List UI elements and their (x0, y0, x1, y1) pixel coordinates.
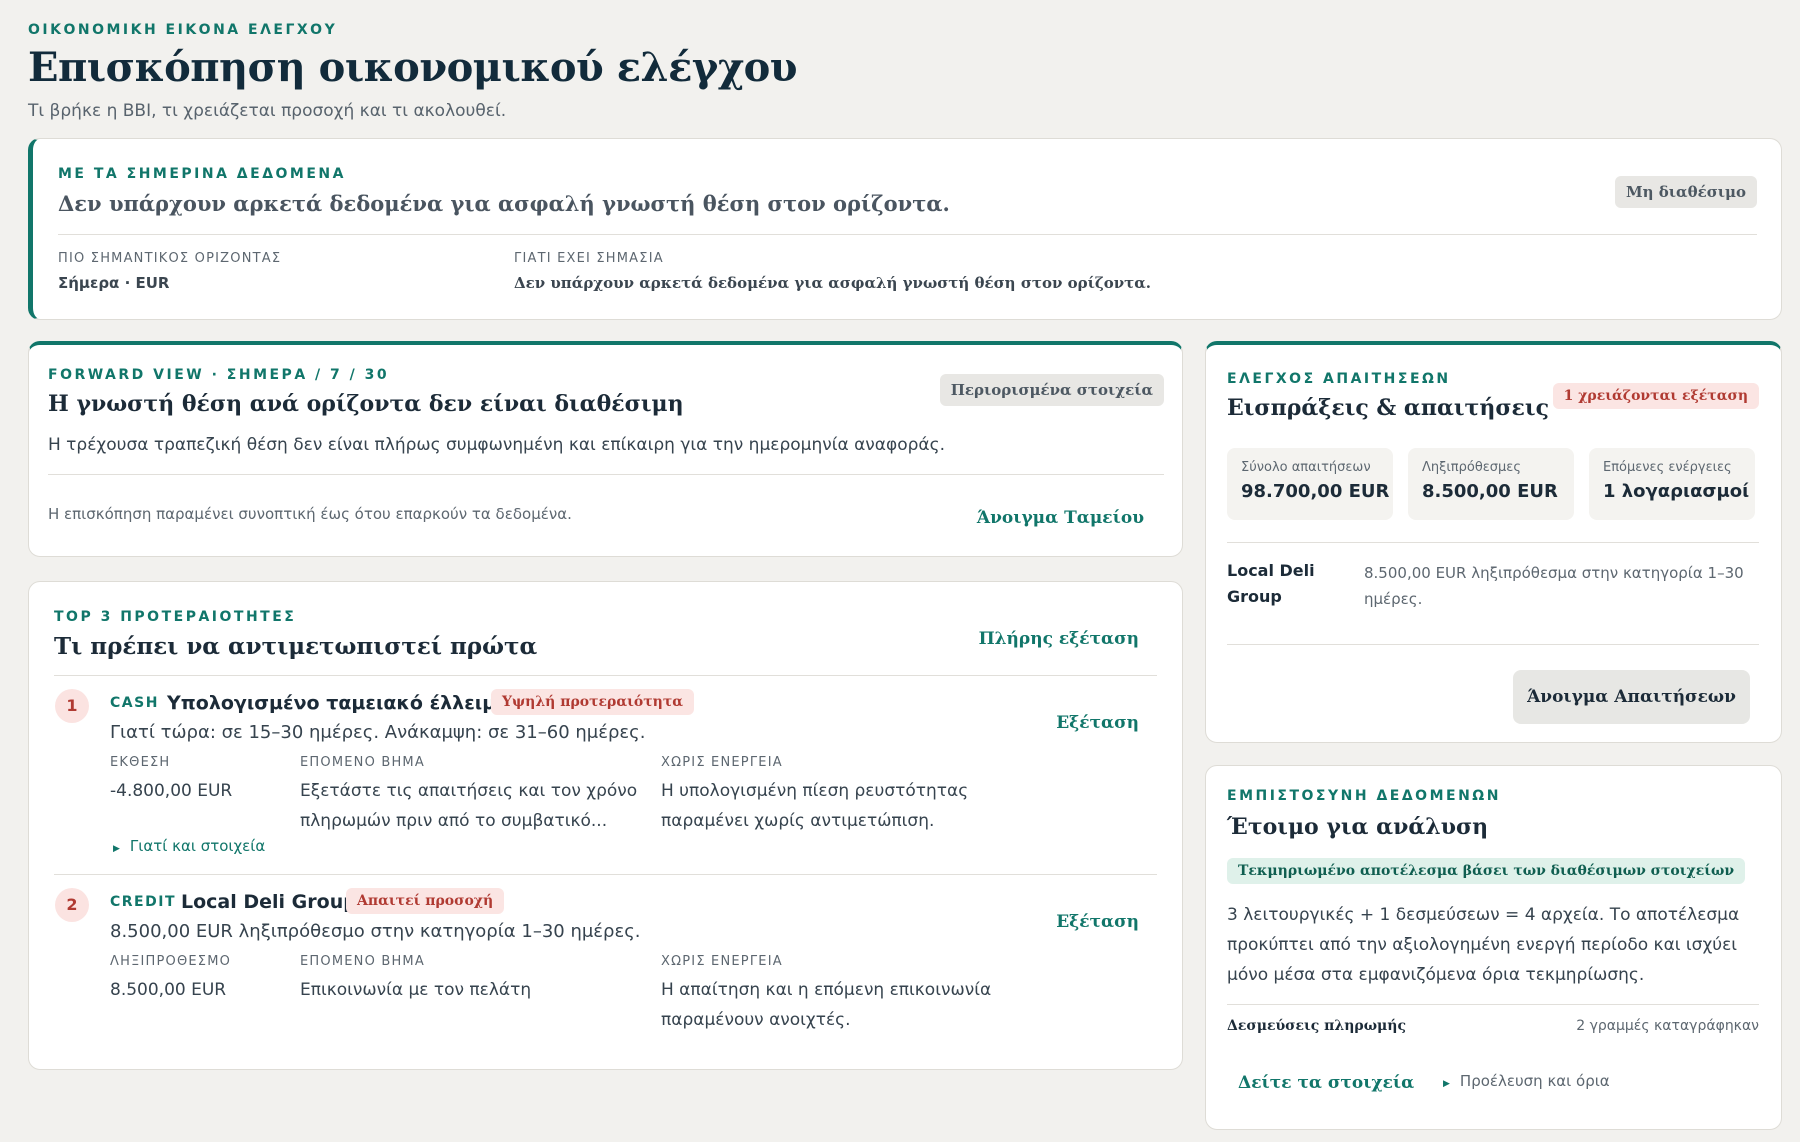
status-badge: Μη διαθέσιμο (1615, 176, 1757, 208)
why-label: ΓΙΑΤΙ ΕΧΕΙ ΣΗΜΑΣΙΑ (514, 251, 664, 266)
priorities-title: Τι πρέπει να αντιμετωπιστεί πρώτα (54, 633, 538, 660)
customer-name: Local Deli Group (1227, 561, 1315, 606)
divider (1227, 542, 1759, 543)
details-label: Γιατί και στοιχεία (129, 837, 266, 855)
trust-description: 3 λειτουργικές + 1 δεσμεύσεων = 4 αρχεία… (1227, 905, 1740, 985)
forward-title: Η γνωστή θέση ανά ορίζοντα δεν είναι δια… (48, 391, 684, 417)
commitments-value: 2 γραμμές καταγράφηκαν (1576, 1018, 1759, 1034)
page-eyebrow: ΟΙΚΟΝΟΜΙΚΗ ΕΙΚΟΝΑ ΕΛΕΓΧΟΥ (28, 22, 338, 38)
stat-label: Επόμενες ενέργειες (1603, 460, 1732, 475)
stat-total-receivables: Σύνολο απαιτήσεων 98.700,00 EUR (1227, 448, 1393, 520)
forward-view-card: FORWARD VIEW · ΣΗΜΕΡΑ / 7 / 30 Η γνωστή … (28, 341, 1183, 557)
page-title: Επισκόπηση οικονομικού ελέγχου (28, 44, 798, 91)
priority-title: Υπολογισμένο ταμειακό έλλειμμα (167, 692, 524, 714)
trust-title: Έτοιμο για ανάλυση (1227, 814, 1489, 840)
no-action-value: Η απαίτηση και η επόμενη επικοινωνία παρ… (661, 980, 992, 1030)
receivables-eyebrow: ΕΛΕΓΧΟΣ ΑΠΑΙΤΗΣΕΩΝ (1227, 371, 1451, 387)
stat-label: Σύνολο απαιτήσεων (1241, 460, 1371, 475)
review-link[interactable]: Εξέταση (1056, 713, 1139, 733)
next-step-label: ΕΠΟΜΕΝΟ ΒΗΜΑ (300, 755, 425, 770)
stat-value: 8.500,00 EUR (1422, 481, 1558, 502)
open-receivables-button[interactable]: Άνοιγμα Απαιτήσεων (1513, 670, 1750, 724)
forward-note: Η επισκόπηση παραμένει συνοπτική έως ότο… (48, 505, 572, 523)
divider (54, 675, 1157, 676)
attention-badge: Απαιτεί προσοχή (346, 888, 505, 914)
needs-review-badge: 1 χρειάζονται εξέταση (1552, 383, 1759, 409)
commitments-label: Δεσμεύσεις πληρωμής (1227, 1018, 1407, 1034)
divider (1227, 1004, 1759, 1005)
stat-value: 98.700,00 EUR (1241, 481, 1390, 502)
receivables-card: ΕΛΕΓΧΟΣ ΑΠΑΙΤΗΣΕΩΝ Εισπράξεις & απαιτήσε… (1205, 341, 1782, 743)
overdue-value: 8.500,00 EUR (110, 980, 227, 1000)
documented-result-badge: Τεκμηριωμένο αποτέλεσμα βάσει των διαθέσ… (1227, 858, 1746, 884)
no-action-label: ΧΩΡΙΣ ΕΝΕΡΓΕΙΑ (661, 755, 783, 770)
divider (48, 474, 1164, 475)
priority-title: Local Deli Group (181, 891, 357, 913)
divider (1227, 644, 1759, 645)
today-eyebrow: ΜΕ ΤΑ ΣΗΜΕΡΙΝΑ ΔΕΔΟΜΕΝΑ (58, 166, 346, 182)
category-tag: CREDIT (110, 894, 176, 910)
forward-eyebrow: FORWARD VIEW · ΣΗΜΕΡΑ / 7 / 30 (48, 367, 390, 383)
priority-reason: Γιατί τώρα: σε 15–30 ημέρες. Ανάκαμψη: σ… (110, 722, 646, 743)
open-treasury-link[interactable]: Άνοιγμα Ταμείου (977, 508, 1144, 528)
caret-right-icon: ▶ (113, 844, 120, 854)
divider (54, 874, 1157, 875)
stat-value: 1 λογαριασμοί (1603, 481, 1750, 502)
horizon-label: ΠΙΟ ΣΗΜΑΝΤΙΚΟΣ ΟΡΙΖΟΝΤΑΣ (58, 251, 282, 266)
stat-next-actions: Επόμενες ενέργειες 1 λογαριασμοί (1589, 448, 1755, 520)
caret-right-icon: ▶ (1443, 1079, 1450, 1089)
divider (58, 234, 1757, 235)
high-priority-badge: Υψηλή προτεραιότητα (491, 689, 695, 715)
review-link[interactable]: Εξέταση (1056, 912, 1139, 932)
exposure-label: ΕΚΘΕΣΗ (110, 755, 171, 770)
priority-number: 1 (55, 689, 89, 723)
trust-eyebrow: ΕΜΠΙΣΤΟΣΥΝΗ ΔΕΔΟΜΕΝΩΝ (1227, 788, 1501, 804)
today-headline: Δεν υπάρχουν αρκετά δεδομένα για ασφαλή … (58, 191, 950, 216)
next-step-value: Εξετάστε τις απαιτήσεις και τον χρόνο πλ… (300, 781, 638, 831)
limited-data-badge: Περιορισμένα στοιχεία (939, 374, 1164, 406)
provenance-label: Προέλευση και όρια (1459, 1072, 1610, 1090)
no-action-value: Η υπολογισμένη πίεση ρευστότητας παραμέν… (661, 781, 969, 831)
stat-label: Ληξιπρόθεσμες (1422, 460, 1521, 475)
receivables-title: Εισπράξεις & απαιτήσεις (1227, 395, 1549, 421)
provenance-toggle[interactable]: ▶ Προέλευση και όρια (1443, 1072, 1610, 1090)
category-tag: CASH (110, 695, 159, 711)
priority-number: 2 (55, 888, 89, 922)
full-review-link[interactable]: Πλήρης εξέταση (979, 629, 1139, 649)
view-details-link[interactable]: Δείτε τα στοιχεία (1238, 1073, 1414, 1093)
data-trust-card: ΕΜΠΙΣΤΟΣΥΝΗ ΔΕΔΟΜΕΝΩΝ Έτοιμο για ανάλυση… (1205, 765, 1782, 1130)
overdue-label: ΛΗΞΙΠΡΟΘΕΣΜΟ (110, 954, 232, 969)
next-step-value: Επικοινωνία με τον πελάτη (300, 980, 532, 1000)
page-subtitle: Τι βρήκε η BBI, τι χρειάζεται προσοχή κα… (28, 101, 507, 121)
customer-note: 8.500,00 EUR ληξιπρόθεσμα στην κατηγορία… (1364, 564, 1744, 608)
priorities-card: TOP 3 ΠΡΟΤΕΡΑΙΟΤΗΤΕΣ Τι πρέπει να αντιμε… (28, 581, 1183, 1070)
next-step-label: ΕΠΟΜΕΝΟ ΒΗΜΑ (300, 954, 425, 969)
forward-description: Η τρέχουσα τραπεζική θέση δεν είναι πλήρ… (48, 435, 945, 455)
no-action-label: ΧΩΡΙΣ ΕΝΕΡΓΕΙΑ (661, 954, 783, 969)
today-summary-card: ΜΕ ΤΑ ΣΗΜΕΡΙΝΑ ΔΕΔΟΜΕΝΑ Δεν υπάρχουν αρκ… (28, 138, 1782, 320)
stat-overdue: Ληξιπρόθεσμες 8.500,00 EUR (1408, 448, 1574, 520)
why-value: Δεν υπάρχουν αρκετά δεδομένα για ασφαλή … (514, 274, 1151, 292)
horizon-value: Σήμερα · EUR (58, 274, 170, 292)
why-and-details-toggle[interactable]: ▶ Γιατί και στοιχεία (113, 837, 265, 855)
priorities-eyebrow: TOP 3 ΠΡΟΤΕΡΑΙΟΤΗΤΕΣ (54, 609, 297, 625)
exposure-value: -4.800,00 EUR (110, 781, 233, 801)
priority-reason: 8.500,00 EUR ληξιπρόθεσμο στην κατηγορία… (110, 921, 641, 942)
